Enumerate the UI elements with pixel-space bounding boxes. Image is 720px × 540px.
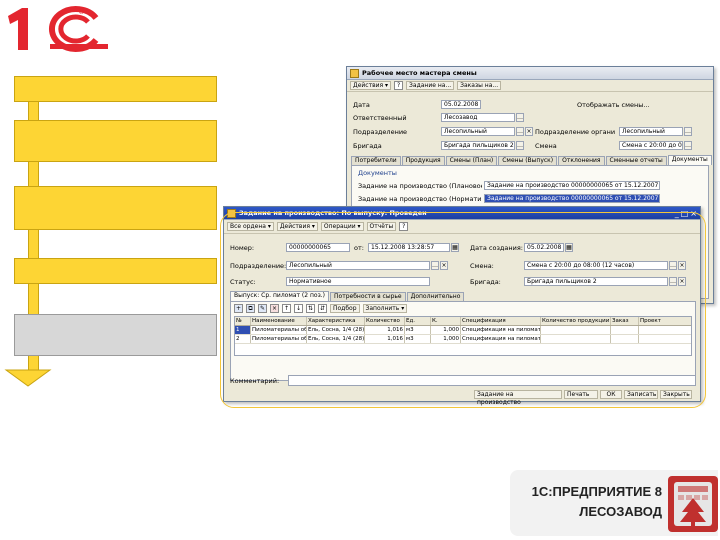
doc-label-norm: Задание на производство (Нормативное) xyxy=(358,195,482,203)
flow-step-4 xyxy=(14,258,217,284)
responsible-field[interactable]: Лесозавод xyxy=(441,113,515,122)
product-edition: ЛЕСОЗАВОД xyxy=(579,504,662,519)
doc-field-norm[interactable]: Задание на производство 00000000065 от 1… xyxy=(484,194,660,203)
window-app-icon xyxy=(350,68,359,78)
division-field[interactable]: Лесопильный xyxy=(441,127,515,136)
select-button[interactable]: … xyxy=(684,141,692,150)
tab-reports[interactable]: Сменные отчеты xyxy=(605,156,667,165)
flow-connector xyxy=(28,102,39,120)
org-division-field[interactable]: Лесопильный xyxy=(619,127,683,136)
product-name: 1С:ПРЕДПРИЯТИЕ 8 xyxy=(531,484,662,499)
tab-bar: Потребители Продукция Смены (План) Смены… xyxy=(351,155,713,165)
actions-menu[interactable]: Действия ▾ xyxy=(350,81,392,90)
date-label: Дата xyxy=(353,101,370,109)
select-button[interactable]: … xyxy=(684,127,692,136)
flow-connector xyxy=(28,162,39,186)
shift-label: Смена xyxy=(535,142,557,150)
tab-shifts-plan[interactable]: Смены (План) xyxy=(445,156,498,165)
flow-step-2 xyxy=(14,120,217,162)
clear-button[interactable]: × xyxy=(525,127,533,136)
section-title: Документы xyxy=(358,169,397,177)
org-division-label: Подразделение организации xyxy=(535,128,615,136)
brigade-field[interactable]: Бригада пильщиков 2 xyxy=(441,141,515,150)
select-button[interactable]: … xyxy=(516,113,524,122)
select-button[interactable]: … xyxy=(516,127,524,136)
highlight-outline xyxy=(220,212,706,408)
shift-field[interactable]: Смена с 20:00 до 08:00 (12 часов) xyxy=(619,141,683,150)
doc-field-plan[interactable]: Задание на производство 00000000065 от 1… xyxy=(484,181,660,190)
tab-deviations[interactable]: Отклонения xyxy=(558,156,605,165)
window-title: Рабочее место мастера смены xyxy=(362,69,477,77)
tab-shifts-output[interactable]: Смены (Выпуск) xyxy=(498,156,558,165)
flow-connector xyxy=(28,284,39,314)
division-label: Подразделение xyxy=(353,128,408,136)
show-shifts-checkbox[interactable]: Отображать смены... xyxy=(577,101,650,109)
lumber-mill-icon xyxy=(668,476,718,532)
responsible-label: Ответственный xyxy=(353,114,407,122)
window-titlebar: Рабочее место мастера смены xyxy=(347,67,713,80)
flow-step-3 xyxy=(14,186,217,230)
tab-documents[interactable]: Документы xyxy=(667,155,712,165)
help-button[interactable]: ? xyxy=(394,81,404,90)
task-button[interactable]: Задание на... xyxy=(406,81,455,90)
date-field[interactable]: 05.02.2008 xyxy=(441,100,481,109)
doc-label-plan: Задание на производство (Плановое) xyxy=(358,182,482,190)
flow-connector xyxy=(28,230,39,258)
svg-text:®: ® xyxy=(78,8,85,16)
tab-consumers[interactable]: Потребители xyxy=(351,156,401,165)
brigade-label: Бригада xyxy=(353,142,382,150)
flow-step-current xyxy=(14,314,217,356)
orders-button[interactable]: Заказы на... xyxy=(457,81,502,90)
tab-products[interactable]: Продукция xyxy=(401,156,445,165)
product-banner: 1С:ПРЕДПРИЯТИЕ 8 ЛЕСОЗАВОД xyxy=(510,470,718,536)
select-button[interactable]: … xyxy=(516,141,524,150)
flow-arrow-down-icon xyxy=(4,369,52,387)
toolbar: Действия ▾ ? Задание на... Заказы на... xyxy=(347,80,713,92)
flow-step-1 xyxy=(14,76,217,102)
1c-logo: ® xyxy=(4,2,112,54)
